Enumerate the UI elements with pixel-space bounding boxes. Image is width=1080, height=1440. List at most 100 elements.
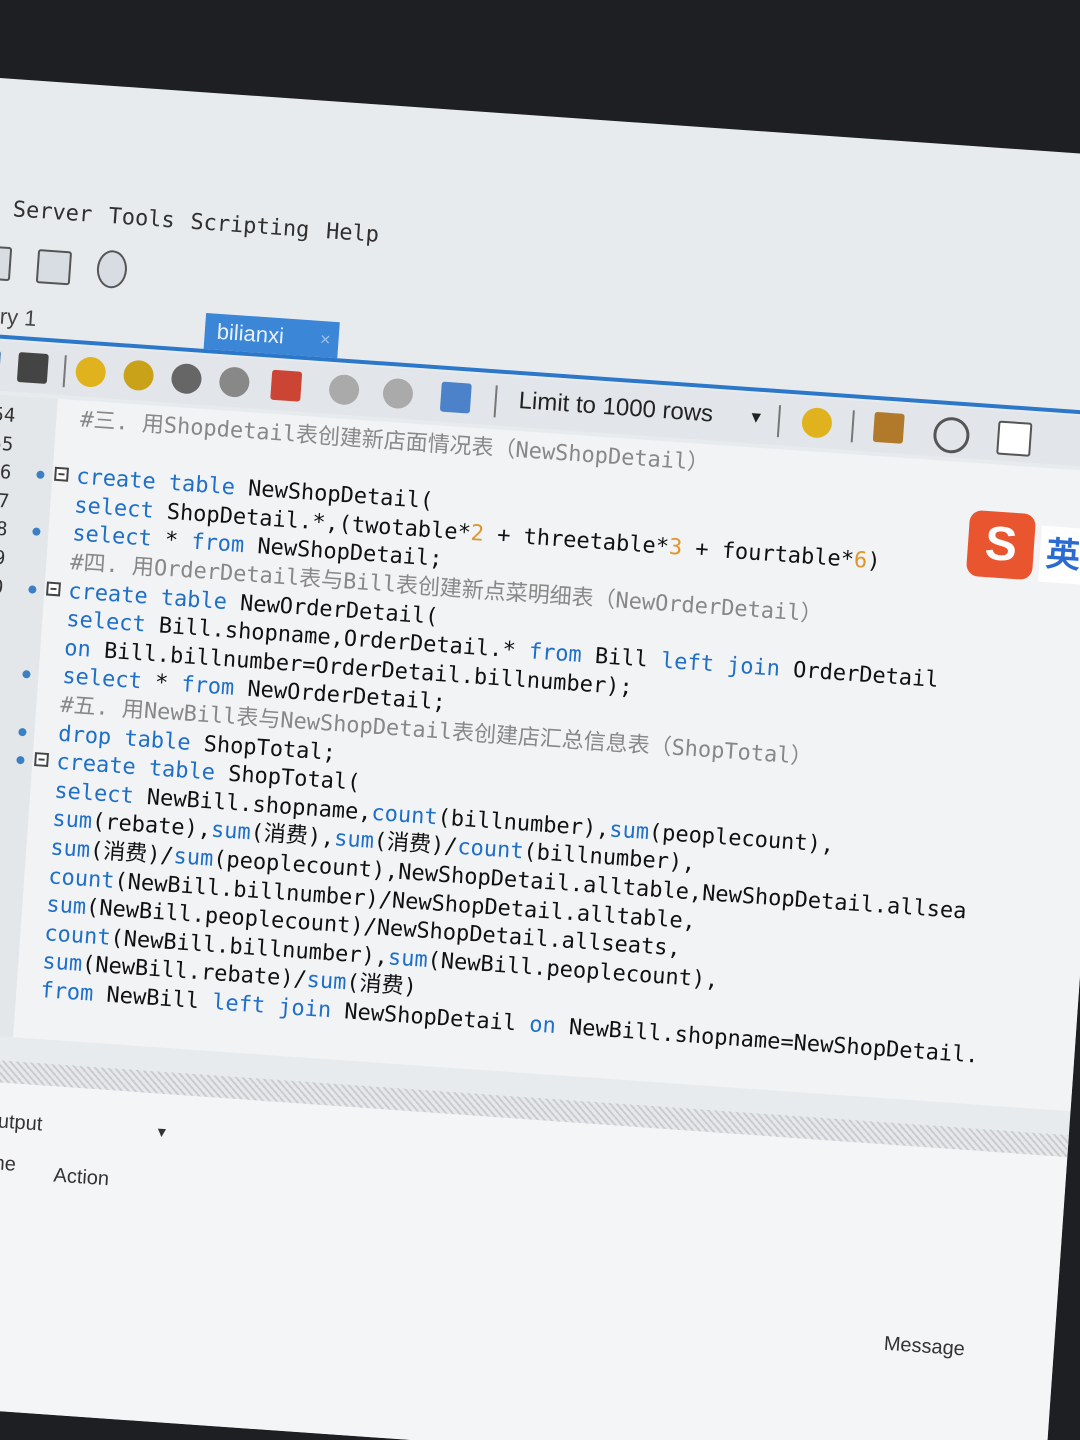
menu-scripting[interactable]: Scripting [190,210,311,243]
line-number: 55 [0,431,15,456]
save-icon[interactable] [16,351,49,385]
execute-current-icon[interactable] [122,359,155,392]
open-file-icon[interactable] [0,348,1,381]
panel-icon[interactable] [0,244,13,282]
line-number: 56 [0,460,13,484]
menu-help[interactable]: Help [325,219,380,248]
code-token: select [65,607,160,639]
line-number: 54 [0,403,17,427]
code-token: select [73,493,168,525]
code-token: sum [333,826,375,855]
inspect-icon[interactable] [35,249,73,286]
line-number: 61 [0,603,3,627]
code-token: from [190,529,259,560]
chevron-down-icon[interactable]: ▼ [154,1123,169,1140]
fold-toggle-icon[interactable] [34,752,50,768]
statement-marker-icon [18,727,27,737]
code-token: Bill [594,644,662,674]
code-token: (消费)/ [372,829,459,861]
code-token: (消费), [249,820,336,852]
column-message[interactable]: Message [883,1333,965,1362]
output-panel: Action Output ▼ Time Action Message [0,1055,1069,1440]
line-number: 59 [0,545,7,570]
code-token: from [39,978,108,1008]
code-token: select [53,778,148,810]
code-token: sum [172,844,215,872]
code-token: sum [608,817,650,845]
line-number: 62 [0,629,17,660]
database-icon[interactable] [95,249,129,290]
code-token: NewBill.shopname=NewShopDetail. [568,1015,980,1069]
chevron-down-icon[interactable]: ▼ [747,409,765,428]
menu-server[interactable]: Server [12,197,93,227]
code-token: (消费) [345,970,418,1001]
tab-query-1-label: uery 1 [0,301,38,332]
column-action[interactable]: Action [53,1164,110,1191]
code-token: count [47,863,116,894]
statement-marker-icon [28,584,37,594]
fold-toggle-icon[interactable] [46,581,61,597]
output-selector[interactable]: Action Output [0,1105,43,1136]
code-token: on [528,1012,570,1040]
search-icon[interactable] [932,416,971,455]
code-token: sum [45,892,87,921]
execute-icon[interactable] [74,356,107,389]
code-token: sum [41,949,83,978]
code-token: on [63,635,105,664]
code-token: ) [866,548,882,575]
code-token: select [61,664,156,696]
code-token: count [43,921,112,951]
code-token: sum [305,968,348,996]
line-number: 65 [0,714,11,745]
code-token: from [527,639,596,670]
code-token: sum [51,806,93,835]
code-token: + fourtable* [681,535,855,573]
line-number: 57 [0,488,11,513]
code-text: from NewBill left join NewShopDetail on … [39,977,980,1071]
sql-editor[interactable]: 54 #三. 用Shopdetail表创建新店面情况表（NewShopDetail… [0,393,1080,1112]
commit-icon[interactable] [328,373,361,406]
code-token: (消费)/ [89,838,175,869]
beautify-icon[interactable] [872,411,905,444]
code-token: count [456,835,525,865]
ime-logo-icon[interactable]: S [965,509,1037,581]
column-time[interactable]: Time [0,1151,17,1177]
code-token: sum [49,835,91,864]
rollback-icon[interactable] [381,377,414,410]
stop-icon[interactable] [218,366,251,399]
autocommit-icon[interactable] [439,381,472,414]
photo-stage: Server Tools Scripting Help uery 1 bilia… [0,0,1080,1440]
code-token: sum [387,945,429,973]
code-token: + threetable* [483,521,670,560]
workbench-window: Server Tools Scripting Help uery 1 bilia… [0,78,1080,1440]
separator [493,385,498,418]
code-token: OrderDetail [792,657,940,694]
toggle-icon[interactable] [270,369,303,402]
invisible-chars-icon[interactable] [996,420,1033,457]
menu-tools[interactable]: Tools [108,204,176,234]
line-number: 63 [0,657,15,688]
explain-icon[interactable] [170,362,203,395]
separator [850,410,855,443]
code-token: left join [660,648,794,683]
ime-mode-indicator[interactable]: 英 [1038,525,1080,587]
add-snippet-icon[interactable] [800,406,833,439]
tab-bilianxi[interactable]: bilianxi × [203,312,340,359]
line-number: 64 [0,686,13,717]
separator [776,405,782,438]
code-token: NewShopDetail [343,999,531,1038]
code-token: from [180,672,249,703]
tab-query-1[interactable]: uery 1 [0,296,50,338]
tab-bilianxi-label: bilianxi [215,318,285,349]
code-token: select [71,521,166,553]
code-token: NewBill [105,982,214,1016]
fold-toggle-icon[interactable] [54,466,69,482]
line-number: 60 [0,574,5,599]
code-token: * [154,670,183,698]
limit-rows-select[interactable]: Limit to 1000 rows [518,387,714,429]
code-token: * [163,528,193,555]
code-token: sum [210,817,252,846]
line-number: 58 [0,517,9,541]
separator [62,355,67,388]
close-icon[interactable]: × [319,321,332,358]
